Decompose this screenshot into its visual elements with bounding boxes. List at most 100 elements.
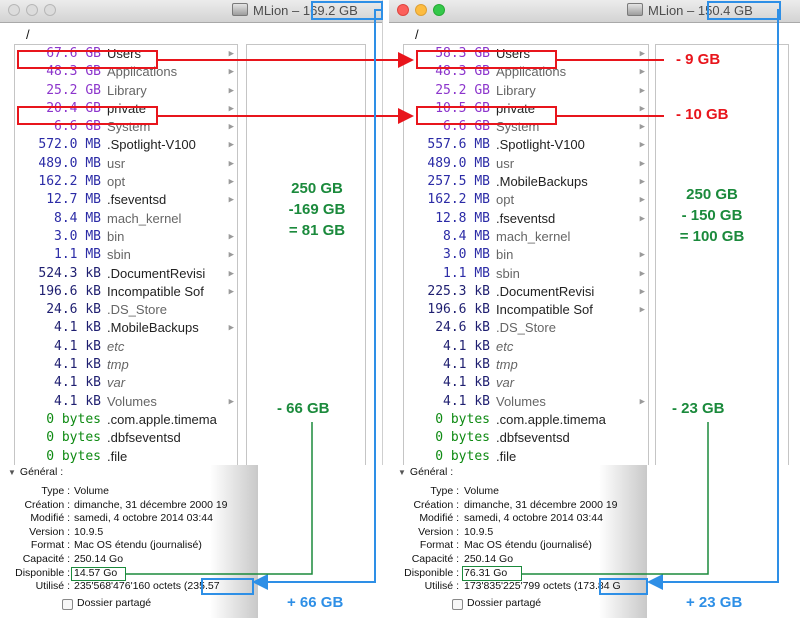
file-row[interactable]: 24.6 kB .DS_Store bbox=[404, 319, 648, 337]
file-name: tmp bbox=[496, 357, 518, 373]
file-row[interactable]: 4.1 kB etc bbox=[404, 338, 648, 356]
general-section-header[interactable]: ▼ Général : bbox=[8, 466, 63, 478]
file-row[interactable]: 0 bytes .file bbox=[404, 448, 648, 465]
file-row[interactable]: 524.3 kB .DocumentRevisi ▶ bbox=[15, 265, 237, 283]
file-row[interactable]: 196.6 kB Incompatible Sof ▶ bbox=[15, 283, 237, 301]
file-row[interactable]: 12.8 MB .fseventsd ▶ bbox=[404, 210, 648, 228]
file-row[interactable]: 4.1 kB tmp bbox=[404, 356, 648, 374]
right-used-box bbox=[599, 578, 648, 595]
right-info-panel: ▼ Général : Type : Volume Création : dimanch… bbox=[390, 465, 647, 618]
shared-folder-checkbox[interactable] bbox=[452, 599, 463, 610]
file-row[interactable]: 0 bytes .com.apple.timema bbox=[15, 411, 237, 429]
file-row[interactable]: 24.6 kB .DS_Store bbox=[15, 301, 237, 319]
path-label: / bbox=[26, 27, 30, 42]
minimize-button[interactable] bbox=[26, 4, 38, 16]
file-size: 196.6 kB bbox=[427, 302, 490, 318]
disclosure-arrow-icon[interactable]: ▶ bbox=[229, 393, 234, 411]
disclosure-arrow-icon[interactable]: ▶ bbox=[229, 283, 234, 301]
file-row[interactable]: 557.6 MB .Spotlight-V100 ▶ bbox=[404, 136, 648, 154]
file-name: mach_kernel bbox=[496, 228, 571, 244]
disclosure-arrow-icon[interactable]: ▶ bbox=[229, 136, 234, 154]
calc-line: 250 GB bbox=[291, 180, 343, 197]
file-row[interactable]: 1.1 MB sbin ▶ bbox=[15, 246, 237, 264]
file-row[interactable]: 12.7 MB .fseventsd ▶ bbox=[15, 191, 237, 209]
disclosure-arrow-icon[interactable]: ▶ bbox=[640, 173, 645, 191]
file-row[interactable]: 4.1 kB Volumes ▶ bbox=[404, 393, 648, 411]
disclosure-arrow-icon[interactable]: ▶ bbox=[640, 118, 645, 136]
file-row[interactable]: 4.1 kB .MobileBackups ▶ bbox=[15, 319, 237, 337]
file-row[interactable]: 162.2 MB opt ▶ bbox=[404, 191, 648, 209]
close-button[interactable] bbox=[397, 4, 409, 16]
file-row[interactable]: 0 bytes .dbfseventsd bbox=[15, 429, 237, 447]
file-name: .fseventsd bbox=[107, 192, 167, 208]
file-row[interactable]: 257.5 MB .MobileBackups ▶ bbox=[404, 173, 648, 191]
window-title-text: MLion – bbox=[253, 3, 300, 18]
disclosure-arrow-icon[interactable]: ▶ bbox=[229, 246, 234, 264]
shared-folder-checkbox[interactable] bbox=[62, 599, 73, 610]
disclosure-arrow-icon[interactable]: ▶ bbox=[640, 136, 645, 154]
file-row[interactable]: 162.2 MB opt ▶ bbox=[15, 173, 237, 191]
disclosure-arrow-icon[interactable]: ▶ bbox=[229, 45, 234, 63]
zoom-button[interactable] bbox=[44, 4, 56, 16]
file-name: bin bbox=[107, 228, 125, 244]
disclosure-arrow-icon[interactable]: ▶ bbox=[229, 118, 234, 136]
file-row[interactable]: 1.1 MB sbin ▶ bbox=[404, 265, 648, 283]
disclosure-arrow-icon[interactable]: ▶ bbox=[640, 246, 645, 264]
file-row[interactable]: 0 bytes .dbfseventsd bbox=[404, 429, 648, 447]
disclosure-arrow-icon[interactable]: ▶ bbox=[229, 63, 234, 81]
file-row[interactable]: 489.0 MB usr ▶ bbox=[15, 155, 237, 173]
file-row[interactable]: 196.6 kB Incompatible Sof ▶ bbox=[404, 301, 648, 319]
file-row[interactable]: 0 bytes .com.apple.timema bbox=[404, 411, 648, 429]
file-row[interactable]: 4.1 kB Volumes ▶ bbox=[15, 393, 237, 411]
disclosure-arrow-icon[interactable]: ▶ bbox=[640, 301, 645, 319]
minimize-button[interactable] bbox=[415, 4, 427, 16]
disclosure-triangle-icon[interactable]: ▼ bbox=[398, 468, 406, 477]
disclosure-arrow-icon[interactable]: ▶ bbox=[229, 228, 234, 246]
file-row[interactable]: 4.1 kB etc bbox=[15, 338, 237, 356]
disclosure-arrow-icon[interactable]: ▶ bbox=[229, 173, 234, 191]
zoom-button[interactable] bbox=[433, 4, 445, 16]
disclosure-arrow-icon[interactable]: ▶ bbox=[640, 191, 645, 209]
disclosure-arrow-icon[interactable]: ▶ bbox=[229, 319, 234, 337]
disclosure-arrow-icon[interactable]: ▶ bbox=[229, 155, 234, 173]
file-size: 4.1 kB bbox=[443, 393, 490, 409]
file-row[interactable]: 25.2 GB Library ▶ bbox=[15, 82, 237, 100]
file-row[interactable]: 0 bytes .file bbox=[15, 448, 237, 465]
disclosure-arrow-icon[interactable]: ▶ bbox=[640, 283, 645, 301]
disclosure-arrow-icon[interactable]: ▶ bbox=[640, 393, 645, 411]
disclosure-arrow-icon[interactable]: ▶ bbox=[229, 100, 234, 118]
disclosure-triangle-icon[interactable]: ▼ bbox=[8, 468, 16, 477]
disclosure-arrow-icon[interactable]: ▶ bbox=[640, 82, 645, 100]
disclosure-arrow-icon[interactable]: ▶ bbox=[229, 82, 234, 100]
file-row[interactable]: 225.3 kB .DocumentRevisi ▶ bbox=[404, 283, 648, 301]
panel-shadow bbox=[210, 465, 258, 618]
file-size: 12.7 MB bbox=[46, 192, 101, 208]
disclosure-arrow-icon[interactable]: ▶ bbox=[640, 265, 645, 283]
file-row[interactable]: 4.1 kB var bbox=[404, 374, 648, 392]
disclosure-arrow-icon[interactable]: ▶ bbox=[640, 100, 645, 118]
file-name: opt bbox=[107, 174, 126, 190]
disclosure-arrow-icon[interactable]: ▶ bbox=[640, 63, 645, 81]
disclosure-arrow-icon[interactable]: ▶ bbox=[229, 191, 234, 209]
file-row[interactable]: 4.1 kB tmp bbox=[15, 356, 237, 374]
info-label: Version : bbox=[418, 525, 459, 538]
general-section-header[interactable]: ▼ Général : bbox=[398, 466, 453, 478]
file-row[interactable]: 8.4 MB mach_kernel bbox=[15, 210, 237, 228]
file-row[interactable]: 25.2 GB Library ▶ bbox=[404, 82, 648, 100]
file-row[interactable]: 3.0 MB bin ▶ bbox=[15, 228, 237, 246]
disclosure-arrow-icon[interactable]: ▶ bbox=[640, 155, 645, 173]
file-name: usr bbox=[107, 155, 126, 171]
disclosure-arrow-icon[interactable]: ▶ bbox=[640, 210, 645, 228]
file-size: 25.2 GB bbox=[435, 82, 490, 98]
disclosure-arrow-icon[interactable]: ▶ bbox=[640, 45, 645, 63]
file-size: 25.2 GB bbox=[46, 82, 101, 98]
calc-line: = 100 GB bbox=[679, 228, 745, 245]
disclosure-arrow-icon[interactable]: ▶ bbox=[229, 265, 234, 283]
file-row[interactable]: 489.0 MB usr ▶ bbox=[404, 155, 648, 173]
file-row[interactable]: 4.1 kB var bbox=[15, 374, 237, 392]
file-row[interactable]: 572.0 MB .Spotlight-V100 ▶ bbox=[15, 136, 237, 154]
file-row[interactable]: 3.0 MB bin ▶ bbox=[404, 246, 648, 264]
info-label: Format : bbox=[30, 539, 70, 552]
close-button[interactable] bbox=[8, 4, 20, 16]
file-row[interactable]: 8.4 MB mach_kernel bbox=[404, 228, 648, 246]
